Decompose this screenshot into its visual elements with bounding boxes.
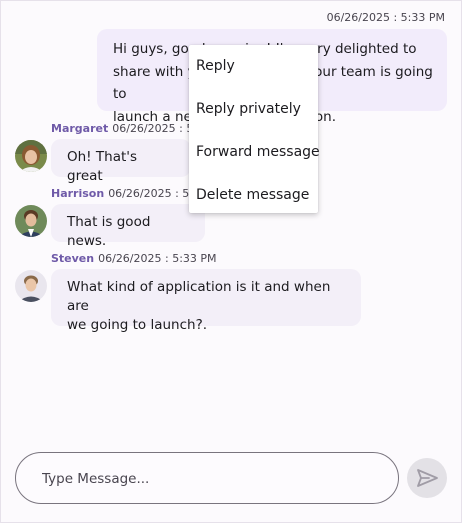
author-name: Harrison: [51, 187, 105, 200]
message-line: What kind of application is it and when …: [67, 279, 331, 314]
menu-item-reply-privately[interactable]: Reply privately: [189, 88, 318, 131]
send-button[interactable]: [407, 458, 447, 498]
menu-item-reply[interactable]: Reply: [189, 45, 318, 88]
message-line: That is good news.: [67, 214, 151, 249]
avatar-image: [15, 270, 47, 302]
message-line: we going to launch?.: [67, 317, 208, 333]
avatar-image: [15, 205, 47, 237]
message-input-container: [15, 452, 399, 504]
menu-item-delete-message[interactable]: Delete message: [189, 174, 318, 217]
send-icon: [417, 469, 438, 487]
menu-item-forward-message[interactable]: Forward message: [189, 131, 320, 174]
message-bubble[interactable]: That is good news.: [51, 204, 205, 249]
avatar-image: [15, 140, 47, 172]
message-input[interactable]: [40, 467, 374, 491]
author-name: Margaret: [51, 122, 109, 135]
message-bubble[interactable]: Oh! That's great: [51, 139, 191, 184]
message-bubble[interactable]: What kind of application is it and when …: [51, 269, 361, 333]
message-line: Oh! That's great: [67, 149, 137, 184]
avatar[interactable]: [15, 205, 47, 237]
message-context-menu: Reply Reply privately Forward message De…: [189, 45, 320, 213]
avatar[interactable]: [15, 140, 47, 172]
outgoing-timestamp: 06/26/2025 : 5:33 PM: [326, 11, 445, 24]
author-name: Steven: [51, 252, 95, 265]
avatar[interactable]: [15, 270, 47, 302]
message-time: 06/26/2025 : 5:33 PM: [98, 252, 217, 265]
chat-window: 06/26/2025 : 5:33 PM Hi guys, good morni…: [0, 0, 462, 523]
